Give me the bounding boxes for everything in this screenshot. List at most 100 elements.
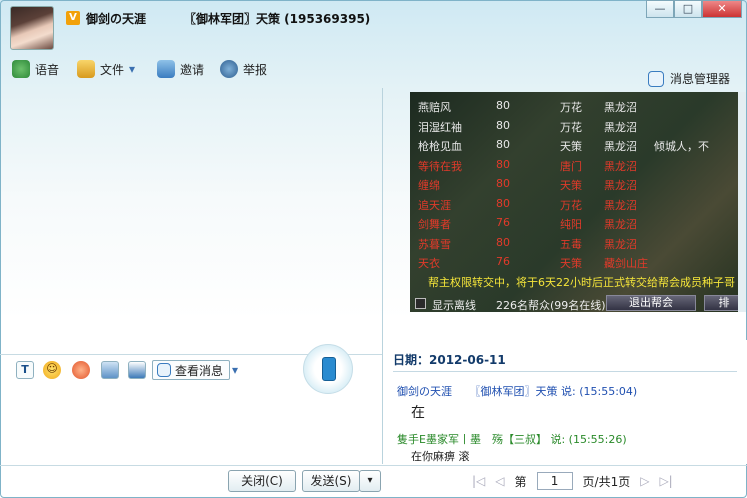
next-page-button[interactable]: ▷ (640, 474, 649, 488)
member-school: 天策 (560, 140, 582, 153)
message-text: 在 (411, 405, 425, 421)
message-input[interactable] (0, 384, 382, 464)
member-school: 万花 (560, 120, 582, 134)
member-name: 等待在我 (418, 159, 462, 173)
member-school: 纯阳 (560, 218, 582, 231)
member-name: 枪枪见血 (418, 140, 462, 153)
contact-name: 御剑の天涯 (86, 12, 147, 26)
chevron-down-icon[interactable]: ▾ (232, 363, 238, 377)
member-school: 天策 (560, 179, 582, 192)
page-input[interactable]: 1 (536, 472, 573, 490)
close-window-button[interactable]: ✕ (702, 0, 742, 18)
page-label: 第 (514, 474, 527, 489)
guild-notice: 帮主权限转交中，将于6天22小时后正式转交给帮会成员种子哥 (428, 276, 735, 289)
member-map: 黑龙沼 (604, 120, 637, 134)
member-level: 76 (496, 255, 510, 268)
message-header: 御剑の天涯 〖御林军团〗天策 说: (15:55:04) (397, 383, 637, 399)
member-level: 76 (496, 216, 510, 229)
member-name: 追天涯 (418, 198, 451, 212)
emoji-icon[interactable]: ☺ (43, 361, 61, 379)
view-messages-label: 查看消息 (175, 363, 224, 378)
guild-panel-scrollbar[interactable] (738, 92, 746, 312)
vip-badge-icon: V (66, 11, 80, 25)
guild-member-panel: 天衣 76 天策 藏剑山庄 苏暮雪 80 五毒 黑龙沼 剑舞者 76 纯阳 黑龙沼 追天涯 80 万花 黑龙沼… (410, 92, 746, 312)
history-date: 日期：2012-06-11 (393, 353, 506, 367)
voice-label: 语音 (35, 62, 60, 77)
message-manager-button[interactable]: 消息管理器 (648, 70, 730, 87)
member-level: 80 (496, 99, 510, 112)
voice-icon (12, 60, 30, 78)
send-button[interactable]: 发送(S) (302, 470, 360, 492)
voice-button[interactable]: 语音 (12, 60, 59, 78)
title-bar: V 御剑の天涯 〖御林军团〗天策 (195369395) — □ ✕ (0, 0, 747, 55)
message-header: 隻手Ε墨家军丨墨 殇【三叔】 说: (15:55:26) (397, 431, 627, 447)
chat-display-area[interactable] (0, 88, 382, 352)
leave-guild-button[interactable]: 退出帮会 (606, 295, 696, 311)
avatar[interactable] (10, 6, 54, 50)
close-button[interactable]: 关闭(C) (228, 470, 296, 492)
guild-member-row[interactable]: 苏暮雪 80 五毒 黑龙沼 (410, 233, 746, 251)
member-name: 燕赔风 (418, 101, 451, 114)
member-level: 80 (496, 235, 510, 249)
member-school: 万花 (560, 101, 582, 114)
divider (393, 371, 737, 372)
image-icon[interactable] (128, 361, 146, 379)
guild-member-row[interactable]: 等待在我 80 唐门 黑龙沼 (410, 155, 746, 173)
member-name: 剑舞者 (418, 218, 451, 231)
minimize-button[interactable]: — (646, 0, 674, 18)
member-map: 黑龙沼 (604, 198, 637, 212)
member-level: 80 (496, 138, 510, 151)
message-text: 在你麻痹 滚 (411, 450, 470, 463)
member-map: 黑龙沼 (604, 101, 637, 114)
screenshot-icon[interactable] (101, 361, 119, 379)
guild-title: 〖御林军团〗天策 (195369395) (184, 12, 371, 26)
chevron-down-icon[interactable]: ▾ (129, 62, 135, 76)
guild-member-row[interactable]: 泪湿红袖 80 万花 黑龙沼 (410, 116, 746, 134)
member-name: 缠绵 (418, 179, 440, 192)
guild-footer: 显示离线 226名帮众(99名在线) 退出帮会 排 (410, 294, 746, 312)
chat-history: 日期：2012-06-11 御剑の天涯 〖御林军团〗天策 说: (15:55:0… (383, 340, 747, 464)
send-options-button[interactable]: ▾ (359, 470, 381, 492)
member-map: 黑龙沼 (604, 140, 637, 153)
guild-member-row[interactable]: 枪枪见血 80 天策 黑龙沼 倾城人，不 (410, 135, 746, 153)
member-level: 80 (496, 118, 510, 132)
member-level: 80 (496, 177, 510, 190)
pager: |◁ ◁ 第 1 页/共1页 ▷ ▷| (472, 472, 673, 490)
last-page-button[interactable]: ▷| (659, 474, 672, 488)
guild-member-row[interactable]: 追天涯 80 万花 黑龙沼 (410, 194, 746, 212)
invite-label: 邀请 (180, 62, 205, 77)
guild-member-row[interactable]: 缠绵 80 天策 黑龙沼 (410, 174, 746, 192)
magic-face-icon[interactable] (72, 361, 90, 379)
member-school: 唐门 (560, 159, 582, 173)
first-page-button[interactable]: |◁ (472, 474, 485, 488)
invite-button[interactable]: 邀请 (157, 60, 204, 78)
invite-icon (157, 60, 175, 78)
member-map: 黑龙沼 (604, 237, 637, 251)
clock-icon (648, 70, 664, 87)
report-button[interactable]: 举报 (220, 60, 267, 78)
view-messages-button[interactable]: 查看消息 (152, 360, 231, 380)
file-button[interactable]: 文件 ▾ (77, 60, 135, 78)
member-school: 天策 (560, 257, 582, 270)
prev-page-button[interactable]: ◁ (495, 474, 504, 488)
member-map: 黑龙沼 (604, 159, 637, 173)
message-said: 说: (561, 385, 576, 398)
maximize-button[interactable]: □ (674, 0, 702, 18)
message-sender[interactable]: 御剑の天涯 (397, 385, 452, 398)
member-name: 泪湿红袖 (418, 120, 462, 134)
guild-member-row[interactable]: 燕赔风 80 万花 黑龙沼 (410, 96, 746, 114)
message-target: 〖御林军团〗天策 (469, 385, 558, 398)
bottom-bar: 关闭(C) 发送(S) ▾ |◁ ◁ 第 1 页/共1页 ▷ ▷| (0, 465, 747, 498)
phone-icon (322, 357, 336, 381)
page-total-label: 页/共1页 (582, 474, 631, 489)
show-offline-checkbox[interactable] (415, 298, 426, 309)
member-name: 苏暮雪 (418, 237, 451, 251)
font-icon[interactable]: T (16, 361, 34, 379)
message-sender[interactable]: 隻手Ε墨家军丨墨 殇【三叔】 (397, 433, 547, 446)
message-manager-label: 消息管理器 (670, 72, 731, 86)
guild-member-row[interactable]: 剑舞者 76 纯阳 黑龙沼 (410, 213, 746, 231)
member-extra: 倾城人，不 (654, 140, 709, 153)
report-icon (220, 60, 238, 78)
message-said: 说: (550, 433, 566, 446)
guild-member-row[interactable]: 天衣 76 天策 藏剑山庄 (410, 252, 746, 270)
